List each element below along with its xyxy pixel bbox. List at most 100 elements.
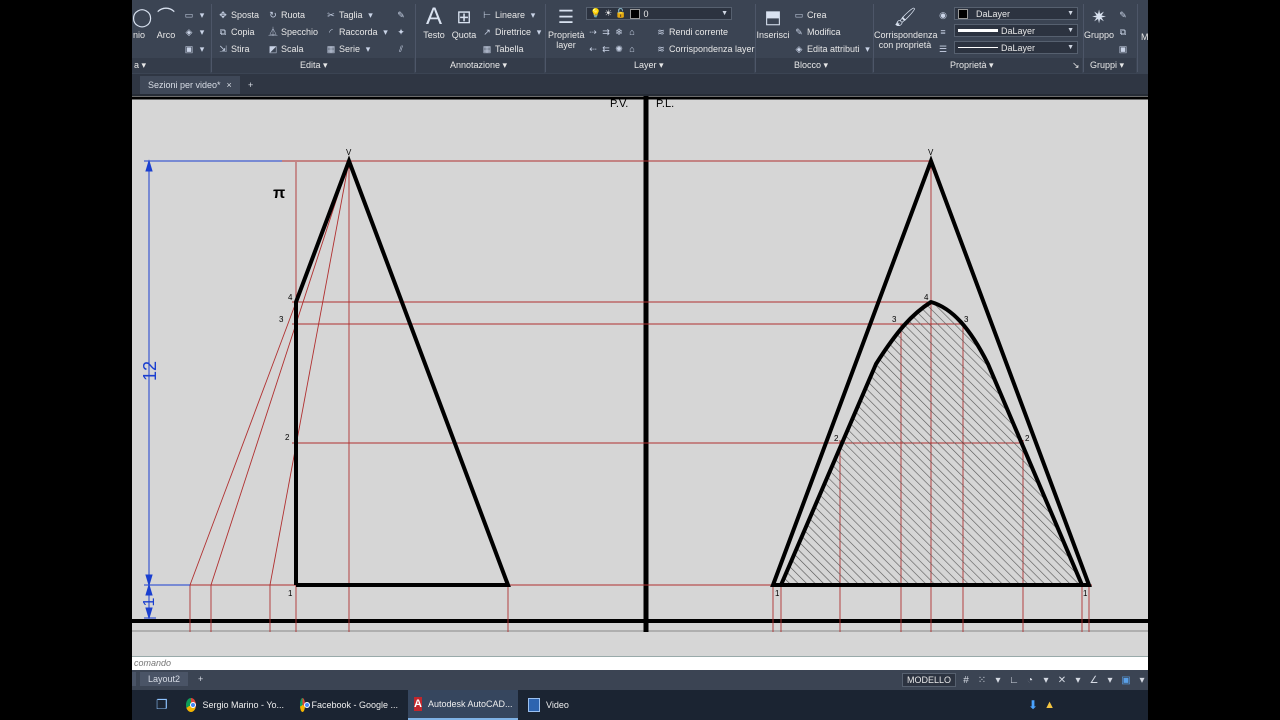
polar-icon[interactable]: ◔: [1024, 675, 1036, 686]
rotate-button[interactable]: ↻ Ruota: [268, 8, 305, 22]
hatch-tool[interactable]: ◈ ▾: [184, 25, 207, 39]
properties-dialog-launcher-icon[interactable]: ↘: [1072, 60, 1080, 72]
dropdown-arrow-icon: ▾: [536, 27, 542, 37]
layer-tools-row-2[interactable]: ⇠ ⇇ ✺ ⌂: [588, 42, 637, 56]
edit-panel-title[interactable]: Edita ▾: [300, 60, 328, 72]
make-current-button[interactable]: ≋ Rendi corrente: [656, 25, 728, 39]
erase-button[interactable]: ✎: [396, 8, 406, 22]
drive-icon: ▲: [1044, 699, 1055, 711]
color-dropdown[interactable]: DaLayer ▼: [954, 7, 1078, 20]
linetype-dropdown[interactable]: DaLayer ▼: [954, 24, 1078, 37]
dropdown-arrow-icon[interactable]: ▾: [1136, 675, 1148, 686]
dimension-button[interactable]: ⊞ Quota: [450, 6, 478, 40]
linear-dimension-icon: ⊢: [483, 10, 491, 20]
partial-tool[interactable]: ◯ nio: [132, 6, 152, 40]
explode-button[interactable]: ✦: [396, 25, 406, 39]
group-select-button[interactable]: ▣: [1118, 42, 1128, 56]
leader-button[interactable]: ↗ Direttrice ▾: [482, 25, 544, 39]
group-button[interactable]: ✷ Gruppo: [1084, 6, 1114, 40]
file-tab[interactable]: Sezioni per video* ×: [140, 76, 240, 94]
model-space-button[interactable]: MODELLO: [901, 673, 956, 687]
annotation-panel-title[interactable]: Annotazione ▾: [450, 60, 507, 72]
edit-block-button[interactable]: ✎ Modifica: [794, 25, 840, 39]
layer-properties-label: Proprietà layer: [548, 30, 585, 50]
lineweight-icon-wrap: ☰: [938, 42, 948, 56]
autocad-window: ◯ nio ⌒ Arco ▭ ▾ ◈ ▾ ▣ ▾ a ▾ ✥ Sposta ↻ Ruota…: [132, 0, 1148, 720]
drawing-canvas[interactable]: 12 1 P.V. P.L. π V V 4 3 2 1 4 3 2 1 3 2…: [132, 96, 1148, 656]
rectangle-tool[interactable]: ▭ ▾: [184, 8, 207, 22]
scale-button[interactable]: ◩ Scala: [268, 42, 304, 56]
insert-label: Inserisci: [756, 30, 790, 40]
dropdown-arrow-icon[interactable]: ▾: [992, 675, 1004, 686]
insert-button[interactable]: ⬒ Inserisci: [756, 6, 790, 40]
taskbar-chrome-youtube[interactable]: Sergio Marino - Yo...: [180, 690, 290, 720]
match-layer-button[interactable]: ≋ Corrispondenza layer: [656, 42, 754, 56]
layer-dropdown[interactable]: 💡 ☀ 🔓 0 ▼: [586, 7, 732, 20]
edit-attributes-button[interactable]: ◈ Edita attributi ▾: [794, 42, 873, 56]
text-button[interactable]: A Testo: [420, 5, 448, 41]
dropdown-arrow-icon[interactable]: ▾: [1040, 675, 1052, 686]
taskbar-video-folder[interactable]: Video: [522, 690, 632, 720]
fillet-button[interactable]: ◜ Raccorda ▾: [326, 25, 391, 39]
start-area[interactable]: ❐: [150, 690, 172, 720]
right-point-2-left: 2: [834, 434, 839, 443]
block-panel-title[interactable]: Blocco ▾: [794, 60, 828, 72]
rotate-label: Ruota: [281, 10, 306, 20]
draw-panel-title[interactable]: a ▾: [134, 60, 146, 72]
layer-tools-row-1[interactable]: ⇢ ⇉ ❄ ⌂: [588, 25, 637, 39]
linear-button[interactable]: ⊢ Lineare ▾: [482, 8, 538, 22]
ortho-icon[interactable]: ∟: [1008, 675, 1020, 686]
group-edit-button[interactable]: ⧉: [1118, 25, 1128, 39]
osnap-icon[interactable]: ✕: [1056, 675, 1068, 686]
dropdown-arrow-icon[interactable]: ▾: [1104, 675, 1116, 686]
mirror-button[interactable]: ⏅ Specchio: [268, 25, 318, 39]
table-label: Tabella: [495, 44, 524, 54]
layer-isolate-icon: ⇉: [602, 27, 610, 37]
grid-icon[interactable]: #: [960, 675, 972, 686]
dropdown-arrow-icon: ▼: [721, 10, 728, 17]
ungroup-button[interactable]: ✎: [1118, 8, 1128, 22]
layer-properties-button[interactable]: ☰ Proprietà layer: [548, 6, 585, 50]
add-layout-button[interactable]: +: [190, 672, 211, 686]
trim-button[interactable]: ✂ Taglia ▾: [326, 8, 376, 22]
new-tab-button[interactable]: +: [240, 76, 261, 94]
stretch-button[interactable]: ⇲ Stira: [218, 42, 249, 56]
vertex-right-label: V: [928, 148, 934, 157]
block-panel-title-text: Blocco: [794, 60, 822, 70]
lineweight-dropdown[interactable]: DaLayer ▼: [954, 41, 1078, 54]
boundary-tool[interactable]: ▣ ▾: [184, 42, 207, 56]
make-current-icon: ≋: [657, 27, 665, 37]
copy-icon: ⧉: [219, 27, 227, 37]
rotate-icon: ↻: [269, 10, 277, 20]
angle-icon[interactable]: ∠: [1088, 675, 1100, 686]
sun-icon: ☀: [604, 8, 613, 18]
move-button[interactable]: ✥ Sposta: [218, 8, 259, 22]
dimension-lines: [144, 159, 282, 620]
layout2-tab[interactable]: Layout2: [140, 672, 189, 686]
match-properties-button[interactable]: 🖌 Corrispondenza con proprietà: [874, 6, 938, 50]
taskbar-autocad[interactable]: A Autodesk AutoCAD...: [408, 690, 518, 720]
copy-button[interactable]: ⧉ Copia: [218, 25, 255, 39]
more-panel-cutoff[interactable]: M: [1141, 30, 1148, 44]
selection-cycling-icon[interactable]: ▣: [1120, 675, 1132, 686]
command-line[interactable]: comando: [132, 656, 1148, 670]
drawing-svg[interactable]: 12 1 P.V. P.L. π V V 4 3 2 1 4 3 2 1 3 2…: [132, 96, 1148, 656]
dropdown-arrow-icon[interactable]: ▾: [1072, 675, 1084, 686]
array-button[interactable]: ▦ Serie ▾: [326, 42, 373, 56]
table-button[interactable]: ▦ Tabella: [482, 42, 524, 56]
close-icon[interactable]: ×: [227, 80, 232, 90]
arc-button[interactable]: ⌒ Arco: [152, 6, 180, 40]
linetype-icon: ≡: [940, 27, 946, 37]
edit-block-icon: ✎: [795, 27, 803, 37]
dropdown-arrow-icon: ▾: [368, 10, 373, 20]
layout-tab-cutoff[interactable]: [132, 672, 136, 686]
tray-icons[interactable]: ⬇ ▲: [1022, 690, 1062, 720]
taskbar-chrome-facebook[interactable]: Facebook - Google ...: [294, 690, 404, 720]
snap-icon[interactable]: ⁙: [976, 675, 988, 686]
properties-panel-title[interactable]: Proprietà ▾: [950, 60, 994, 72]
offset-button[interactable]: ⫽: [396, 42, 406, 56]
create-block-button[interactable]: ▭ Crea: [794, 8, 827, 22]
groups-panel-title[interactable]: Gruppi ▾: [1090, 60, 1124, 72]
file-tab-label: Sezioni per video*: [148, 80, 221, 90]
layer-panel-title[interactable]: Layer ▾: [634, 60, 664, 72]
